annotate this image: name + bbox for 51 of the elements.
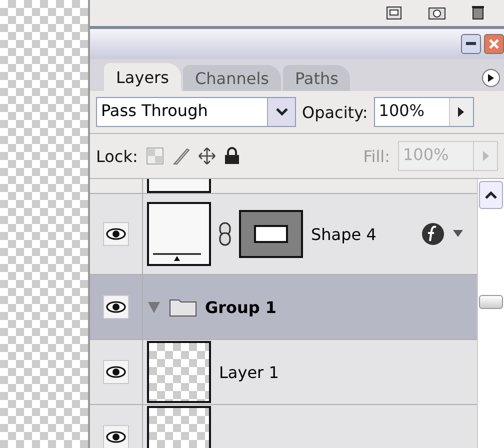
layer-name: Group 1	[205, 298, 277, 316]
dropdown-button[interactable]	[267, 98, 295, 126]
layer-name: Shape 4	[311, 224, 376, 244]
panel-tab[interactable]: Channels	[182, 65, 281, 91]
eye-icon	[106, 301, 126, 313]
panel-tab[interactable]: Paths	[282, 65, 350, 91]
eye-icon	[106, 431, 126, 443]
opacity-label: Opacity:	[302, 102, 368, 122]
folder-icon	[169, 297, 197, 317]
opacity-slider-button[interactable]	[448, 98, 473, 126]
layer-row[interactable]: Group 1	[90, 275, 477, 340]
lock-label: Lock:	[96, 146, 138, 166]
lock-icon[interactable]	[224, 147, 240, 165]
layer-thumbnail	[147, 179, 211, 193]
minimize-icon	[466, 42, 476, 46]
chevron-up-icon	[485, 191, 497, 199]
chain-link-icon[interactable]	[219, 222, 231, 246]
eye-icon	[106, 366, 126, 378]
layer-thumbnail	[147, 341, 211, 403]
visibility-toggle[interactable]	[103, 295, 129, 319]
layer-name: Layer 1	[219, 362, 279, 382]
minimize-button[interactable]	[461, 34, 481, 54]
close-icon	[489, 39, 499, 49]
chevron-down-icon	[276, 108, 288, 116]
scroll-thumb[interactable]	[479, 295, 503, 309]
panel-menu-button[interactable]	[482, 69, 500, 87]
brush-icon[interactable]	[172, 147, 190, 165]
trash-icon[interactable]	[472, 6, 484, 20]
opacity-field[interactable]: 100%	[374, 97, 474, 127]
effects-icon[interactable]	[421, 222, 445, 246]
scrollbar[interactable]	[477, 179, 504, 448]
caret-icon[interactable]	[453, 230, 463, 238]
layer-thumbnail	[147, 202, 211, 266]
triangle-right-icon	[458, 107, 464, 117]
scroll-up-button[interactable]	[479, 181, 503, 209]
layer-row[interactable]: Layer 1	[90, 340, 477, 405]
layer-row[interactable]: Shape 4	[90, 194, 477, 275]
vector-mask-thumbnail	[239, 210, 303, 258]
fill-label: Fill:	[363, 146, 390, 166]
document-icon[interactable]	[386, 6, 402, 20]
move-icon[interactable]	[198, 147, 216, 165]
play-icon	[488, 74, 494, 82]
visibility-toggle[interactable]	[103, 360, 129, 384]
blend-mode-dropdown[interactable]: Pass Through	[96, 97, 296, 127]
visibility-toggle[interactable]	[103, 222, 129, 246]
panel-tab[interactable]: Layers	[104, 63, 181, 91]
camera-icon[interactable]	[428, 6, 446, 20]
triangle-right-icon	[482, 151, 488, 161]
close-button[interactable]	[484, 34, 504, 54]
eye-icon	[106, 228, 126, 240]
visibility-toggle[interactable]	[103, 425, 129, 448]
